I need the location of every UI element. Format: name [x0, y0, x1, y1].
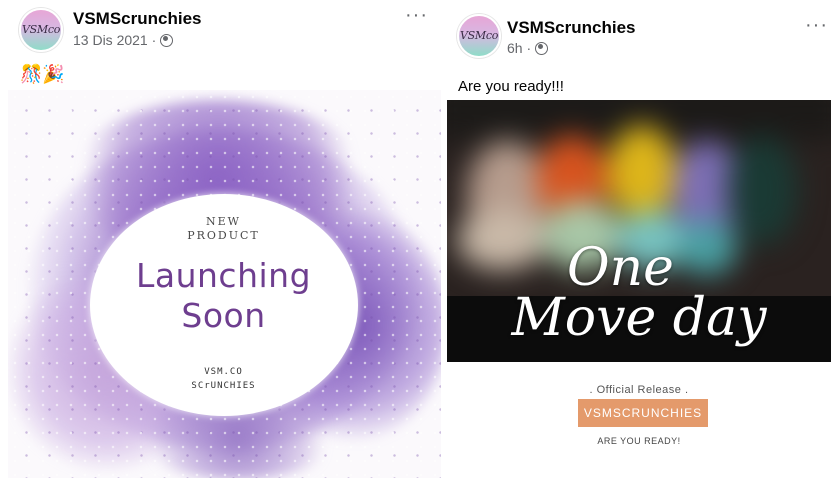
image-text-new: NEW — [206, 215, 241, 228]
brand-label-box: VSMSCRUNCHIES — [578, 399, 708, 427]
ready-text: ARE YOU READY! — [597, 436, 681, 446]
photo-blob — [677, 220, 737, 275]
post-image[interactable]: One Move day — [447, 100, 831, 362]
post-caption: Are you ready!!! — [458, 78, 564, 95]
post-caption: 🎊🎉 — [20, 64, 65, 84]
post-header: VSMco VSMScrunchies 13 Dis 2021 · ··· — [0, 0, 447, 62]
more-options-icon[interactable]: ··· — [805, 15, 828, 35]
post-time[interactable]: 6h · — [507, 40, 531, 56]
official-release-text: . Official Release . — [589, 384, 689, 396]
post-left: VSMco VSMScrunchies 13 Dis 2021 · ··· 🎊🎉… — [0, 0, 447, 482]
post-date[interactable]: 13 Dis 2021 · — [73, 32, 156, 48]
avatar-logo-text: VSMco — [21, 23, 61, 36]
image-headline-soon: Soon — [181, 296, 266, 335]
globe-icon — [535, 41, 549, 55]
post-meta: 6h · — [507, 40, 549, 56]
image-brand-line2: SCrUNCHIES — [191, 381, 256, 391]
page-name-link[interactable]: VSMScrunchies — [73, 9, 202, 29]
image-text-product: PRODUCT — [187, 229, 260, 242]
page-avatar[interactable]: VSMco — [19, 8, 63, 52]
page-name-link[interactable]: VSMScrunchies — [507, 18, 636, 38]
image-brand-line1: VSM.CO — [204, 367, 243, 377]
photo-blob — [607, 125, 677, 220]
more-options-icon[interactable]: ··· — [405, 5, 428, 25]
photo-blob — [727, 135, 797, 245]
avatar-logo-text: VSMco — [459, 29, 499, 42]
post-right: VSMco VSMScrunchies 6h · ··· Are you rea… — [447, 0, 831, 482]
post-header: VSMco VSMScrunchies 6h · ··· — [447, 0, 831, 62]
image-headline-launching: Launching — [135, 256, 312, 295]
image-script-move-day: Move day — [511, 288, 767, 348]
page-avatar[interactable]: VSMco — [457, 14, 501, 58]
globe-icon — [160, 33, 174, 47]
post-meta: 13 Dis 2021 · — [73, 32, 174, 48]
photo-blob — [457, 210, 547, 270]
